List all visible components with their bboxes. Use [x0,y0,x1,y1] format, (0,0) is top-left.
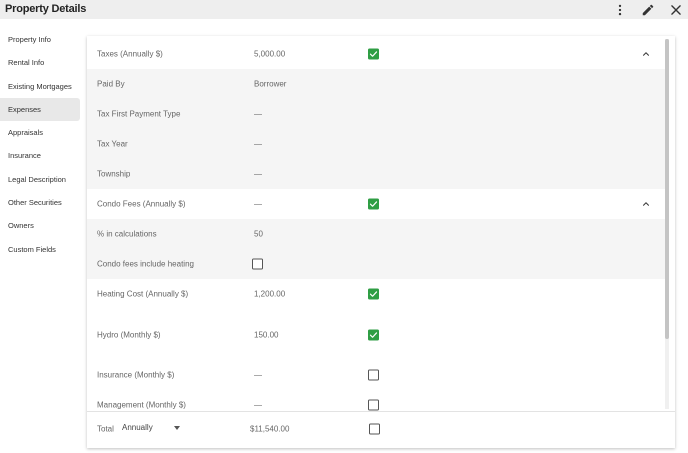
close-icon[interactable] [665,0,687,19]
expense-row: Insurance (Monthly $) — [87,360,665,390]
chevron-up-icon[interactable] [641,49,651,59]
sidebar-item-existing-mortgages[interactable]: Existing Mortgages [0,75,80,98]
page-title: Property Details [5,3,87,15]
total-value: $11,540.00 [250,424,290,434]
expense-row: Township — [87,159,665,189]
expense-row: Heating Cost (Annually $) 1,200.00 [87,279,665,309]
expense-value: 150.00 [254,330,279,339]
sidebar-item-rental-info[interactable]: Rental Info [0,51,80,74]
expense-label: Insurance (Monthly $) [97,370,175,380]
expenses-panel: Taxes (Annually $) 5,000.00 Paid By Borrowe… [87,36,675,448]
total-label: Total [97,424,114,434]
include-checkbox[interactable] [368,288,379,300]
expense-value: — [254,139,262,149]
pencil-icon[interactable] [637,0,659,19]
expenses-list: Taxes (Annually $) 5,000.00 Paid By Borrowe… [87,39,665,420]
expense-value: — [254,109,262,119]
expense-value: — [254,370,262,380]
sidebar-item-owners[interactable]: Owners [0,214,80,237]
expense-value: 5,000.00 [254,49,286,59]
expense-label: Tax First Payment Type [97,109,181,119]
expense-label: Paid By [97,79,125,89]
sidebar-item-custom-fields[interactable]: Custom Fields [0,238,80,261]
include-checkbox[interactable] [368,399,379,411]
total-row: Total Annually $11,540.00 [87,412,675,446]
include-checkbox[interactable] [368,198,379,210]
sidebar-item-insurance[interactable]: Insurance [0,144,80,167]
expense-option-checkbox[interactable] [252,258,263,270]
include-checkbox[interactable] [368,329,379,340]
expense-value: 50 [254,229,263,239]
total-checkbox[interactable] [369,423,380,435]
expense-label: Hydro (Monthly $) [97,330,161,339]
expense-label: Heating Cost (Annually $) [97,289,189,299]
title-bar: Property Details [0,0,688,19]
sidebar-item-appraisals[interactable]: Appraisals [0,121,80,144]
expense-label: Township [97,169,131,179]
sidebar: Property Info Rental Info Existing Mortgag… [0,28,80,261]
expense-value: Borrower [254,79,287,89]
expense-label: Condo Fees (Annually $) [97,199,186,209]
scrollbar[interactable] [665,39,669,409]
expense-row: Condo Fees (Annually $) — [87,189,665,219]
expense-value: 1,200.00 [254,289,286,299]
include-checkbox[interactable] [368,48,379,60]
expense-label: Condo fees include heating [97,259,194,269]
expense-row: % in calculations 50 [87,219,665,249]
sidebar-item-legal-description[interactable]: Legal Description [0,168,80,191]
more-vert-icon[interactable] [609,0,631,19]
caret-down-icon [174,426,180,430]
expense-label: Taxes (Annually $) [97,49,163,59]
expense-label: Tax Year [97,139,128,149]
sidebar-item-expenses[interactable]: Expenses [0,97,80,122]
expense-row: Tax First Payment Type — [87,99,665,129]
chevron-up-icon[interactable] [641,199,651,209]
period-select[interactable]: Annually [122,422,184,436]
expense-row: Taxes (Annually $) 5,000.00 [87,39,665,69]
expense-row: Tax Year — [87,129,665,159]
sidebar-item-property-info[interactable]: Property Info [0,28,80,51]
expense-label: % in calculations [97,229,157,239]
expense-row: Hydro (Monthly $) 150.00 [87,309,665,360]
period-select-value: Annually [122,423,153,432]
expense-value: — [254,199,262,209]
expense-label: Management (Monthly $) [97,400,186,410]
sidebar-item-other-securities[interactable]: Other Securities [0,191,80,214]
expense-row: Condo fees include heating [87,249,665,279]
include-checkbox[interactable] [368,369,379,381]
expense-row: Paid By Borrower [87,69,665,99]
scrollbar-thumb[interactable] [665,39,669,339]
expense-value: — [254,400,262,410]
expense-value: — [254,169,262,179]
